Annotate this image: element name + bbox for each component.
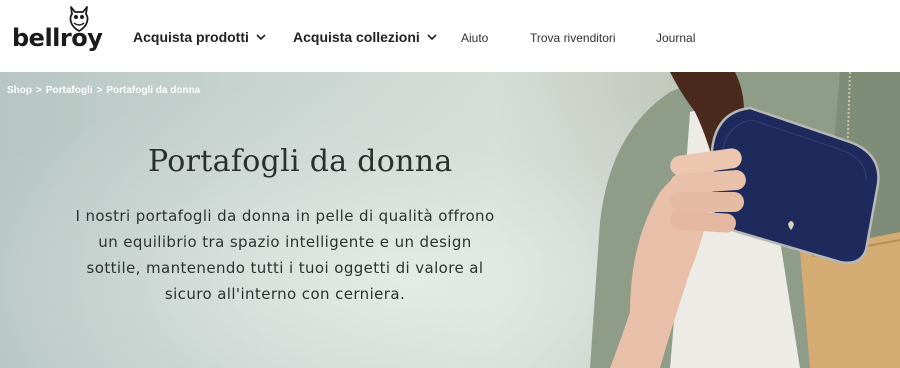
breadcrumb-separator: > <box>96 85 103 96</box>
page-title: Portafogli da donna <box>148 144 453 179</box>
nav-shop-collections-label: Acquista collezioni <box>293 29 420 45</box>
hero-description: I nostri portafogli da donna in pelle di… <box>75 207 495 303</box>
chevron-down-icon <box>256 33 266 40</box>
breadcrumb-womens-wallets[interactable]: Portafogli da donna <box>106 85 200 96</box>
nav-shop-products-label: Acquista prodotti <box>133 29 249 45</box>
nav-journal-label: Journal <box>656 31 696 45</box>
chevron-down-icon <box>427 33 437 40</box>
nav-help[interactable]: Aiuto <box>461 31 488 45</box>
nav-shop-collections[interactable]: Acquista collezioni <box>293 29 437 45</box>
nav-find-retailers-label: Trova rivenditori <box>530 31 616 45</box>
breadcrumb-shop[interactable]: Shop <box>7 85 32 96</box>
bellroy-logo[interactable]: bellroy <box>12 4 103 56</box>
owl-icon <box>69 6 89 32</box>
nav-shop-products[interactable]: Acquista prodotti <box>133 29 266 45</box>
hero-photo-wallet-in-hand <box>590 72 900 368</box>
breadcrumb-separator: > <box>36 85 42 96</box>
nav-help-label: Aiuto <box>461 31 489 45</box>
hero-banner: Shop > Portafogli > Portafogli da donna … <box>0 72 900 368</box>
breadcrumb: Shop > Portafogli > Portafogli da donna <box>7 85 200 96</box>
breadcrumb-wallets[interactable]: Portafogli <box>46 85 93 96</box>
nav-journal[interactable]: Journal <box>656 31 695 45</box>
site-header: bellroy Acquista prodotti Acquista colle… <box>0 0 900 72</box>
nav-find-retailers[interactable]: Trova rivenditori <box>530 31 616 45</box>
